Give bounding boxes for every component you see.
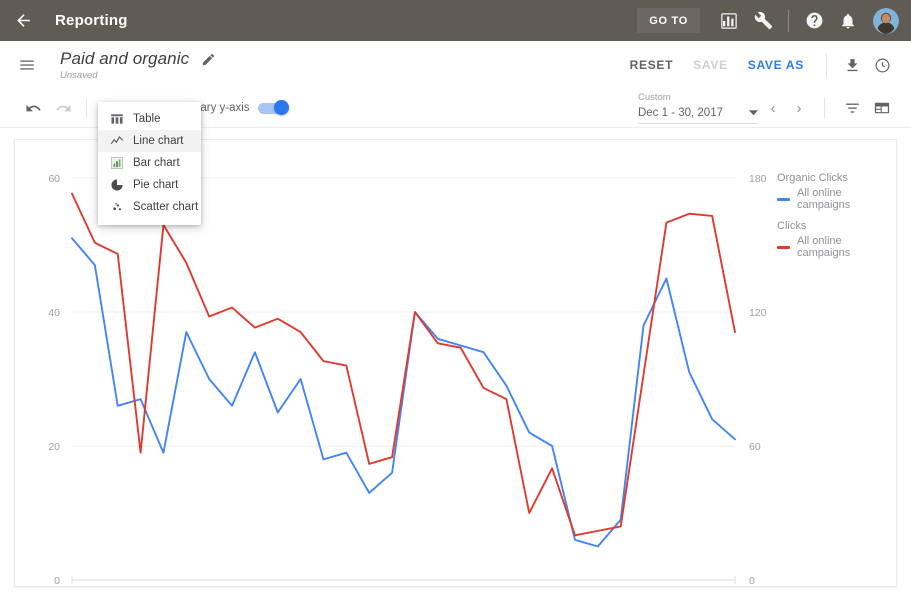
menu-item-label: Bar chart (133, 157, 180, 169)
date-range-value: Dec 1 - 30, 2017 (638, 106, 723, 121)
menu-item-line-chart[interactable]: Line chart (98, 130, 201, 152)
chart-type-menu[interactable]: Table Line chart Bar chart Pie chart Scatter… (98, 102, 201, 225)
app-bar-actions: GO TO (637, 4, 899, 38)
y-axis-left-tick: 20 (48, 441, 60, 453)
toggle-knob (274, 100, 289, 115)
report-actions: RESET SAVE SAVE AS (620, 50, 897, 80)
toolbar-right-group: Custom Dec 1 - 30, 2017 ‹ › (638, 92, 897, 124)
save-button: SAVE (683, 50, 738, 80)
chart-series-line[interactable] (72, 194, 735, 536)
menu-item-scatter-chart[interactable]: Scatter chart (98, 196, 201, 218)
reset-button[interactable]: RESET (620, 50, 684, 80)
toolbar-divider-2 (824, 97, 825, 119)
page-title: Reporting (55, 12, 128, 29)
legend-label: All online campaigns (797, 235, 897, 259)
save-as-button[interactable]: SAVE AS (738, 50, 814, 80)
back-arrow-icon[interactable] (10, 8, 36, 34)
y-axis-right-tick: 180 (749, 173, 767, 185)
legend-item[interactable]: All online campaigns (777, 235, 897, 259)
columns-table-icon[interactable] (867, 93, 897, 123)
legend-swatch (777, 246, 790, 249)
report-title-row: Paid and organic Unsaved RESET SAVE SAVE… (0, 41, 911, 89)
scatter-chart-icon (109, 200, 124, 215)
download-icon[interactable] (837, 50, 867, 80)
legend-item[interactable]: All online campaigns (777, 187, 897, 211)
bar-chart-icon (109, 156, 124, 171)
menu-item-bar-chart[interactable]: Bar chart (98, 152, 201, 174)
menu-item-label: Scatter chart (133, 201, 198, 213)
y-axis-right-tick: 60 (749, 441, 761, 453)
history-clock-icon[interactable] (867, 50, 897, 80)
line-chart-icon (109, 134, 124, 149)
menu-item-table[interactable]: Table (98, 108, 201, 130)
legend-swatch (777, 198, 790, 201)
legend-group-title: Clicks (777, 220, 897, 232)
reports-bar-chart-icon[interactable] (712, 4, 746, 38)
menu-item-label: Table (133, 113, 161, 125)
menu-item-pie-chart[interactable]: Pie chart (98, 174, 201, 196)
menu-item-label: Pie chart (133, 179, 178, 191)
chart-legend: Organic Clicks All online campaigns Clicks… (777, 172, 897, 268)
y-axis-left-tick: 0 (54, 575, 60, 587)
pencil-icon[interactable] (201, 52, 216, 67)
y-axis-left-tick: 40 (48, 307, 60, 319)
app-bar-divider (788, 10, 789, 32)
undo-icon[interactable] (18, 93, 48, 123)
date-range-label: Custom (638, 92, 758, 104)
report-title-block: Paid and organic Unsaved (60, 49, 216, 81)
date-range-picker[interactable]: Custom Dec 1 - 30, 2017 (638, 92, 758, 124)
legend-label: All online campaigns (797, 187, 897, 211)
help-circle-icon[interactable] (797, 4, 831, 38)
previous-period-button[interactable]: ‹ (762, 97, 784, 119)
legend-group-title: Organic Clicks (777, 172, 897, 184)
app-bar: Reporting GO TO (0, 0, 911, 41)
tools-wrench-icon[interactable] (746, 4, 780, 38)
y-axis-right-tick: 0 (749, 575, 755, 587)
table-icon (109, 112, 124, 127)
menu-item-label: Line chart (133, 135, 184, 147)
filter-icon[interactable] (837, 93, 867, 123)
title-actions-divider (826, 53, 827, 77)
toggle-switch[interactable] (258, 102, 288, 114)
avatar[interactable] (873, 8, 899, 34)
redo-icon[interactable] (48, 93, 78, 123)
chart-series-line[interactable] (72, 238, 735, 546)
toolbar-divider (86, 98, 87, 118)
go-to-button[interactable]: GO TO (637, 8, 700, 33)
next-period-button[interactable]: › (788, 97, 810, 119)
notifications-bell-icon[interactable] (831, 4, 865, 38)
y-axis-right-tick: 120 (749, 307, 767, 319)
hamburger-icon[interactable] (16, 54, 38, 76)
report-name: Paid and organic (60, 49, 189, 69)
y-axis-left-tick: 60 (48, 173, 60, 185)
report-status: Unsaved (60, 70, 216, 81)
pie-chart-icon (109, 178, 124, 193)
chevron-down-icon[interactable] (749, 104, 758, 122)
